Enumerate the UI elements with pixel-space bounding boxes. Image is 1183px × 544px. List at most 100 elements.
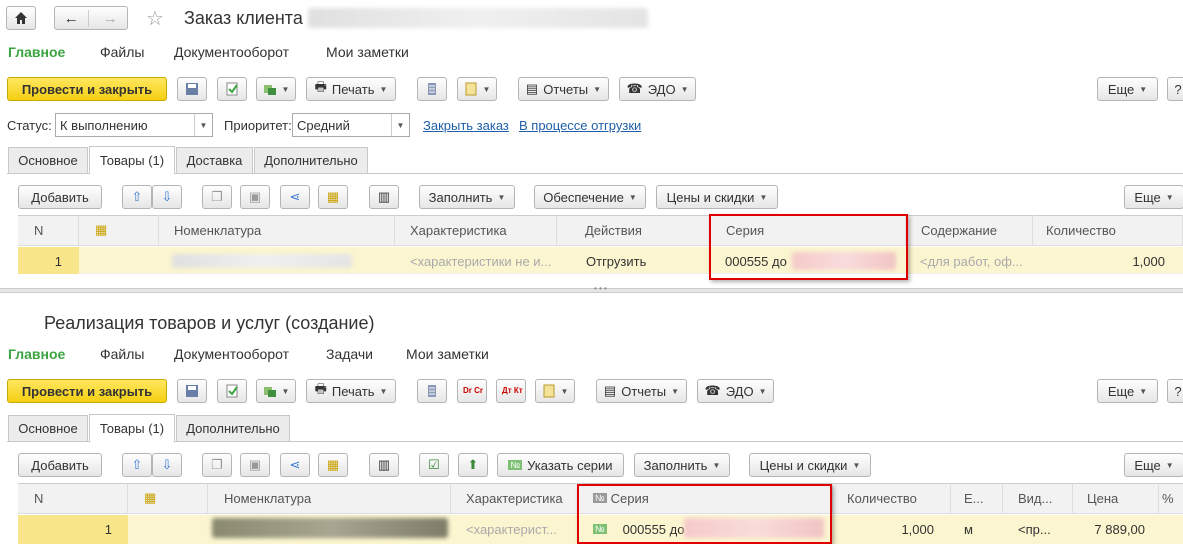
post-and-close-button[interactable]: Провести и закрыть	[7, 379, 167, 403]
check-list-button[interactable]: ☑	[419, 453, 449, 477]
copy-row-button[interactable]: ❐	[202, 453, 232, 477]
create-based-on-button[interactable]: ▼	[256, 77, 296, 101]
menu-docflow[interactable]: Документооборот	[174, 346, 289, 362]
copy-row-button[interactable]: ❐	[202, 185, 232, 209]
close-order-link[interactable]: Закрыть заказ	[423, 118, 509, 133]
split-row-button[interactable]: ⋖	[280, 453, 310, 477]
status-select[interactable]: К выполнению ▼	[55, 113, 213, 137]
select-button[interactable]: ▦	[318, 185, 348, 209]
attachments-button[interactable]: ▼	[457, 77, 497, 101]
col-quantity[interactable]: Количество	[1033, 215, 1183, 245]
row-price[interactable]: 7 889,00	[1073, 516, 1145, 542]
split-row-button[interactable]: ⋖	[280, 185, 310, 209]
favorite-star-icon[interactable]: ☆	[146, 6, 164, 31]
dr-cr-button[interactable]: Dr Cr	[457, 379, 487, 403]
reports-button[interactable]: ▤ Отчеты ▼	[518, 77, 609, 101]
col-unit[interactable]: Е...	[951, 483, 1003, 513]
col-nomenclature[interactable]: Номенклатура	[159, 215, 395, 245]
prices-discounts-button[interactable]: Цены и скидки ▼	[656, 185, 778, 209]
dt-kt-button[interactable]: Дт Кт	[496, 379, 526, 403]
col-price[interactable]: Цена	[1073, 483, 1159, 513]
fill-button[interactable]: Заполнить ▼	[634, 453, 730, 477]
col-characteristic[interactable]: Характеристика	[395, 215, 557, 245]
move-down-button[interactable]: ⇩	[152, 185, 182, 209]
tab-goods[interactable]: Товары (1)	[89, 414, 175, 442]
menu-notes[interactable]: Мои заметки	[406, 346, 489, 362]
col-kind[interactable]: Вид...	[1003, 483, 1073, 513]
add-row-button[interactable]: Добавить	[18, 453, 102, 477]
col-picture[interactable]: ▦	[79, 215, 159, 245]
row-unit[interactable]: м	[964, 516, 1000, 542]
move-down-button[interactable]: ⇩	[152, 453, 182, 477]
shipping-status-link[interactable]: В процессе отгрузки	[519, 118, 641, 133]
register-movements-button[interactable]	[417, 77, 447, 101]
row-quantity[interactable]: 1,000	[833, 516, 934, 542]
row-characteristic[interactable]: <характерист...	[466, 516, 578, 542]
window-splitter[interactable]	[0, 288, 1183, 293]
menu-tasks[interactable]: Задачи	[326, 346, 373, 362]
forward-arrow-icon[interactable]: →	[94, 10, 127, 27]
reports-button[interactable]: ▤ Отчеты ▼	[596, 379, 687, 403]
table-more-button[interactable]: Еще ▼	[1124, 185, 1183, 209]
menu-docflow[interactable]: Документооборот	[174, 44, 289, 60]
menu-files[interactable]: Файлы	[100, 44, 144, 60]
register-movements-button[interactable]	[417, 379, 447, 403]
move-up-button[interactable]: ⇧	[122, 185, 152, 209]
post-and-close-button[interactable]: Провести и закрыть	[7, 77, 167, 101]
print-button[interactable]: 🖶 Печать ▼	[306, 379, 396, 403]
edo-button[interactable]: ☎ ЭДО ▼	[619, 77, 696, 101]
menu-files[interactable]: Файлы	[100, 346, 144, 362]
menu-main[interactable]: Главное	[8, 346, 65, 362]
home-button[interactable]	[6, 6, 36, 30]
tab-delivery[interactable]: Доставка	[176, 147, 253, 173]
chevron-down-icon[interactable]: ▼	[194, 114, 212, 136]
tab-main[interactable]: Основное	[8, 415, 88, 441]
tab-additional[interactable]: Дополнительно	[254, 147, 368, 173]
col-quantity[interactable]: Количество	[833, 483, 951, 513]
help-button[interactable]: ?	[1167, 379, 1183, 403]
post-button[interactable]	[217, 379, 247, 403]
tab-main[interactable]: Основное	[8, 147, 88, 173]
attachments-button[interactable]: ▼	[535, 379, 575, 403]
menu-main[interactable]: Главное	[8, 44, 65, 60]
set-series-button[interactable]: № Указать серии	[497, 453, 624, 477]
save-button[interactable]	[177, 77, 207, 101]
select-button[interactable]: ▦	[318, 453, 348, 477]
save-button[interactable]	[177, 379, 207, 403]
back-arrow-icon[interactable]: ←	[55, 9, 89, 27]
tab-goods[interactable]: Товары (1)	[89, 146, 175, 174]
row-action[interactable]: Отгрузить	[586, 248, 706, 274]
row-kind[interactable]: <пр...	[1018, 516, 1070, 542]
more-button[interactable]: Еще ▼	[1097, 77, 1158, 101]
col-nomenclature[interactable]: Номенклатура	[208, 483, 451, 513]
table-more-button[interactable]: Еще ▼	[1124, 453, 1183, 477]
barcode-button[interactable]: ▥	[369, 453, 399, 477]
barcode-button[interactable]: ▥	[369, 185, 399, 209]
tab-additional[interactable]: Дополнительно	[176, 415, 290, 441]
row-content[interactable]: <для работ, оф...	[920, 248, 1030, 274]
move-up-button[interactable]: ⇧	[122, 453, 152, 477]
print-button[interactable]: 🖶 Печать ▼	[306, 77, 396, 101]
paste-button[interactable]: ▣	[240, 453, 270, 477]
row-quantity[interactable]: 1,000	[1033, 248, 1165, 274]
prices-discounts-button[interactable]: Цены и скидки ▼	[749, 453, 871, 477]
paste-button[interactable]: ▣	[240, 185, 270, 209]
row-characteristic[interactable]: <характеристики не и...	[410, 248, 555, 274]
add-row-button[interactable]: Добавить	[18, 185, 102, 209]
post-button[interactable]	[217, 77, 247, 101]
supply-button[interactable]: Обеспечение ▼	[534, 185, 646, 209]
help-button[interactable]: ?	[1167, 77, 1183, 101]
chevron-down-icon[interactable]: ▼	[391, 114, 409, 136]
col-content[interactable]: Содержание	[906, 215, 1033, 245]
col-picture[interactable]: ▦	[128, 483, 208, 513]
col-actions[interactable]: Действия	[557, 215, 710, 245]
fill-button[interactable]: Заполнить ▼	[419, 185, 515, 209]
more-button[interactable]: Еще ▼	[1097, 379, 1158, 403]
col-percent[interactable]: %	[1159, 483, 1183, 513]
priority-select[interactable]: Средний ▼	[292, 113, 410, 137]
col-characteristic[interactable]: Характеристика	[451, 483, 579, 513]
menu-notes[interactable]: Мои заметки	[326, 44, 409, 60]
load-button[interactable]: ⬆	[458, 453, 488, 477]
col-n[interactable]: N	[18, 483, 128, 513]
col-n[interactable]: N	[18, 215, 79, 245]
